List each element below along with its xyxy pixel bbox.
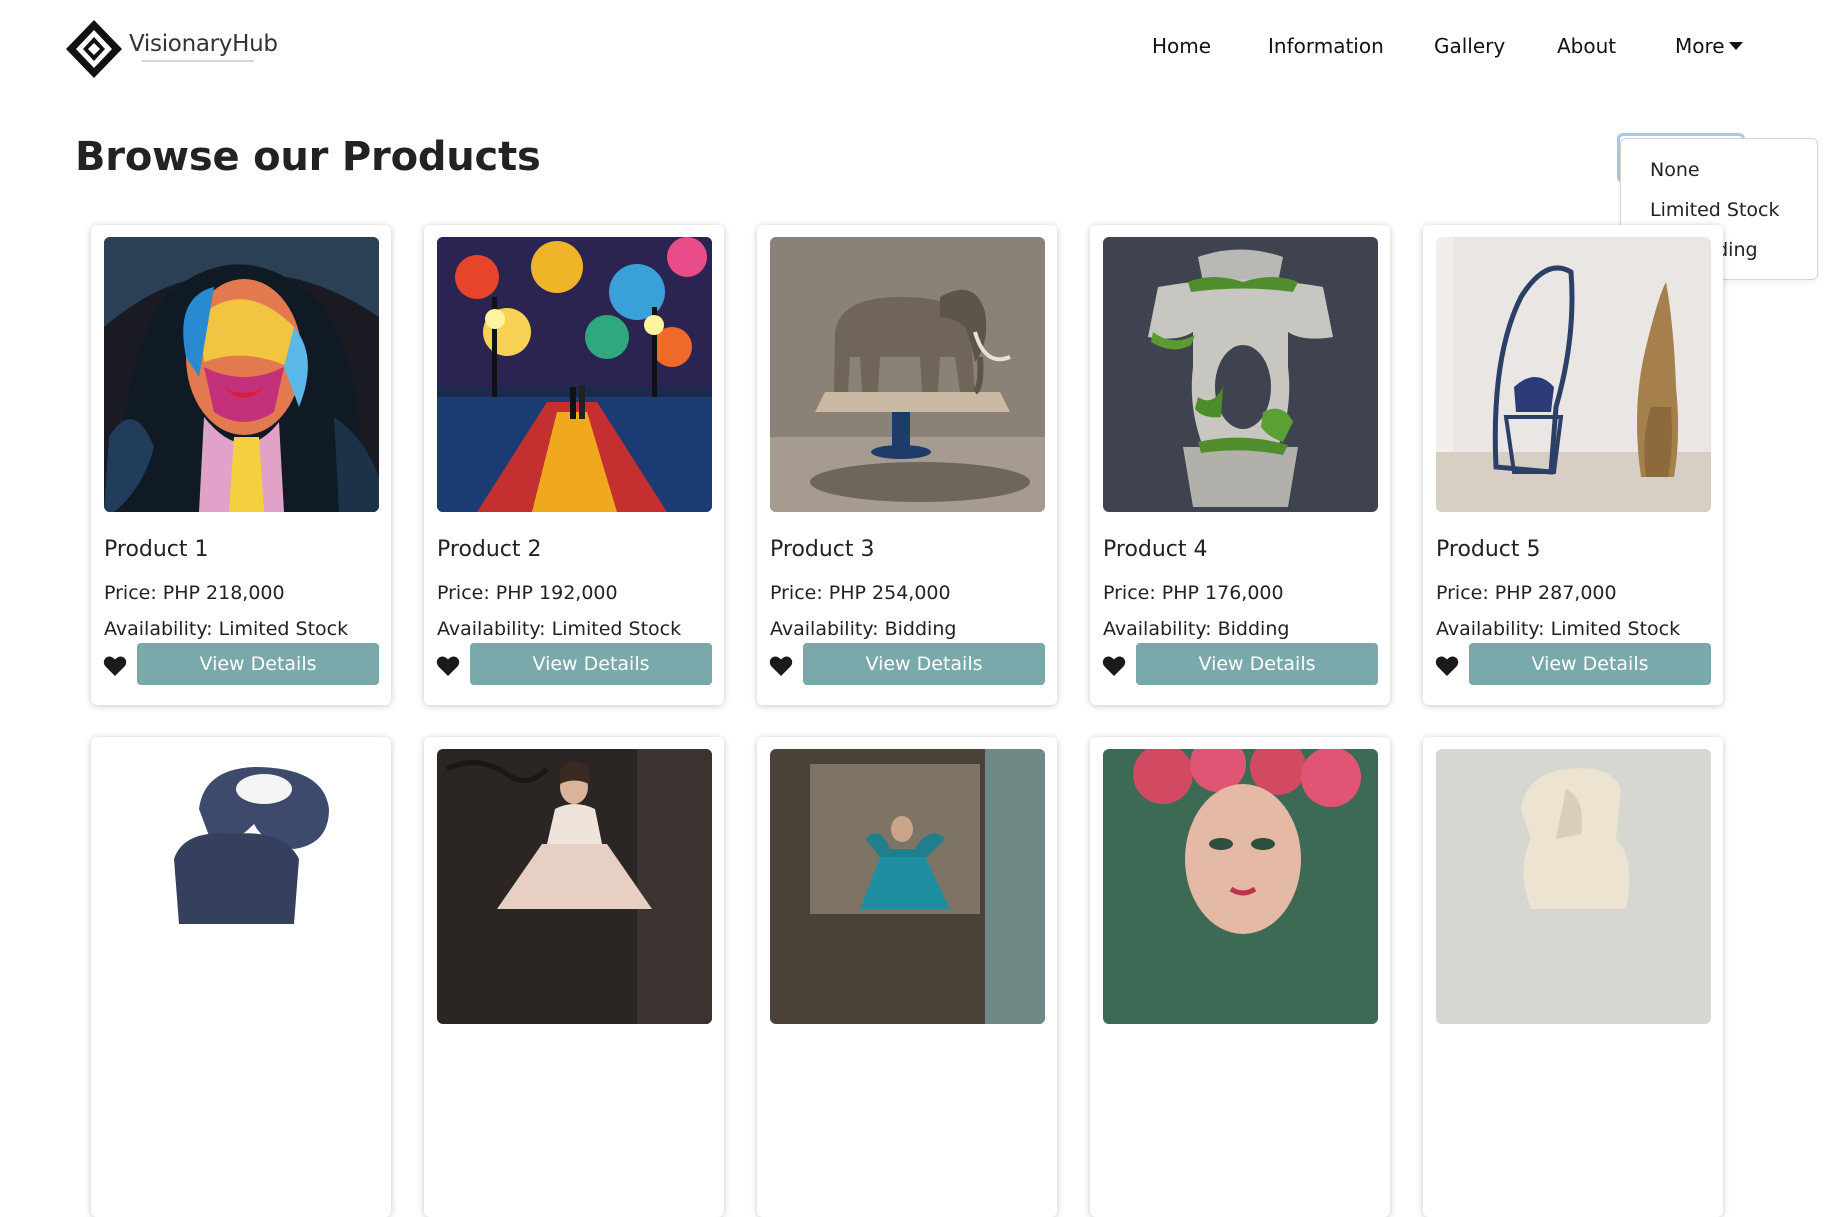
brand-logo[interactable]: VisionaryHub [64, 18, 278, 80]
product-name: Product 1 [104, 537, 209, 562]
view-details-button[interactable]: View Details [470, 643, 712, 685]
caret-down-icon [1728, 42, 1743, 50]
product-availability: Availability: Limited Stock [437, 618, 682, 640]
view-details-button[interactable]: View Details [137, 643, 379, 685]
heart-icon[interactable] [436, 655, 460, 677]
product-name: Product 4 [1103, 537, 1208, 562]
product-card [91, 737, 391, 1217]
product-price: Price: PHP 218,000 [104, 582, 285, 604]
nav-home[interactable]: Home [1152, 34, 1211, 58]
nav-about[interactable]: About [1557, 34, 1616, 58]
product-price: Price: PHP 176,000 [1103, 582, 1284, 604]
product-image[interactable] [437, 237, 712, 512]
heart-icon[interactable] [103, 655, 127, 677]
product-image[interactable] [1103, 749, 1378, 1024]
heart-icon[interactable] [1102, 655, 1126, 677]
product-price: Price: PHP 192,000 [437, 582, 618, 604]
product-availability: Availability: Limited Stock [1436, 618, 1681, 640]
product-card [1090, 737, 1390, 1217]
product-image[interactable] [1103, 237, 1378, 512]
product-availability: Availability: Bidding [770, 618, 957, 640]
product-image[interactable] [1436, 749, 1711, 1024]
nav-information[interactable]: Information [1268, 34, 1384, 58]
brand-name: VisionaryHub [129, 31, 278, 57]
product-availability: Availability: Limited Stock [104, 618, 349, 640]
view-details-button[interactable]: View Details [1469, 643, 1711, 685]
product-image[interactable] [770, 237, 1045, 512]
filter-option-none[interactable]: None [1650, 159, 1700, 181]
product-price: Price: PHP 254,000 [770, 582, 951, 604]
heart-icon[interactable] [1435, 655, 1459, 677]
product-name: Product 5 [1436, 537, 1541, 562]
nav-more-label: More [1675, 34, 1725, 58]
product-availability: Availability: Bidding [1103, 618, 1290, 640]
product-card: Product 3 Price: PHP 254,000 Availabilit… [757, 225, 1057, 705]
product-name: Product 3 [770, 537, 875, 562]
product-name: Product 2 [437, 537, 542, 562]
page-title: Browse our Products [75, 134, 541, 180]
filter-option-limited-stock[interactable]: Limited Stock [1650, 199, 1779, 221]
product-image[interactable] [104, 749, 379, 1024]
diamond-logo-icon [66, 20, 122, 78]
product-price: Price: PHP 287,000 [1436, 582, 1617, 604]
product-card: Product 2 Price: PHP 192,000 Availabilit… [424, 225, 724, 705]
product-card: Product 5 Price: PHP 287,000 Availabilit… [1423, 225, 1723, 705]
product-card: Product 1 Price: PHP 218,000 Availabilit… [91, 225, 391, 705]
navbar: VisionaryHub Home Information Gallery Ab… [0, 0, 1829, 95]
product-card [424, 737, 724, 1217]
product-card [757, 737, 1057, 1217]
product-image[interactable] [104, 237, 379, 512]
product-card: Product 4 Price: PHP 176,000 Availabilit… [1090, 225, 1390, 705]
nav-gallery[interactable]: Gallery [1434, 34, 1505, 58]
product-image[interactable] [770, 749, 1045, 1024]
brand-tagline-line [142, 60, 254, 62]
view-details-button[interactable]: View Details [803, 643, 1045, 685]
product-image[interactable] [1436, 237, 1711, 512]
view-details-button[interactable]: View Details [1136, 643, 1378, 685]
nav-more[interactable]: More [1675, 34, 1743, 58]
product-card [1423, 737, 1723, 1217]
heart-icon[interactable] [769, 655, 793, 677]
product-image[interactable] [437, 749, 712, 1024]
